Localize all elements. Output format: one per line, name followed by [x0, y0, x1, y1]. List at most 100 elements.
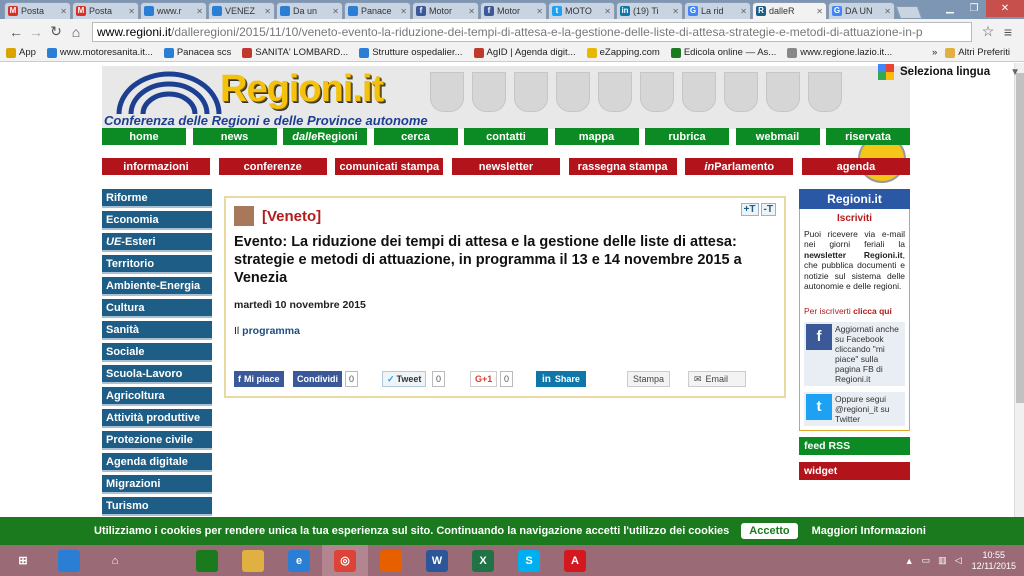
gplus-button[interactable]: G+1: [470, 371, 498, 387]
bookmark-item[interactable]: Strutture ospedalier...: [359, 47, 463, 58]
bookmark-item[interactable]: Edicola online — As...: [670, 47, 776, 58]
sidebar-item-protezione-civile[interactable]: Protezione civile: [102, 431, 212, 450]
menu-item-mappa[interactable]: mappa: [554, 128, 639, 145]
browser-tab[interactable]: M Posta ✕: [4, 2, 71, 19]
facebook-like-button[interactable]: f Mi piace: [234, 371, 284, 387]
close-tab-icon[interactable]: ✕: [672, 7, 679, 16]
tweet-button[interactable]: ✓ Tweet: [382, 371, 427, 387]
excel-app[interactable]: X: [460, 545, 506, 576]
menu-item-webmail[interactable]: webmail: [735, 128, 820, 145]
close-tab-icon[interactable]: ✕: [60, 7, 67, 16]
menu-item-home[interactable]: home: [102, 128, 186, 145]
browser-tab[interactable]: t MOTO ✕: [548, 2, 615, 19]
back-icon[interactable]: ←: [6, 22, 26, 42]
word-app[interactable]: W: [414, 545, 460, 576]
forward-icon[interactable]: →: [26, 22, 46, 42]
sidebar-item-sociale[interactable]: Sociale: [102, 343, 212, 362]
home-icon[interactable]: ⌂: [66, 22, 86, 42]
home-app[interactable]: ⌂: [92, 545, 138, 576]
region-label[interactable]: [Veneto]: [262, 208, 321, 225]
sidebar-item-agenda-digitale[interactable]: Agenda digitale: [102, 453, 212, 472]
menu-item-agenda[interactable]: agenda: [801, 158, 910, 175]
file-explorer-app[interactable]: [230, 545, 276, 576]
restore-icon[interactable]: ❐: [962, 0, 986, 17]
linkedin-share-button[interactable]: in Share: [536, 371, 586, 387]
bookmark-item[interactable]: AgID | Agenda digit...: [473, 47, 576, 58]
site-logo[interactable]: Regioni.it: [220, 68, 384, 111]
menu-item-conferenze[interactable]: conferenze: [218, 158, 327, 175]
close-tab-icon[interactable]: ✕: [816, 7, 823, 16]
menu-item-regioni[interactable]: dalle Regioni: [283, 128, 367, 145]
firefox-app[interactable]: [368, 545, 414, 576]
bookmark-item[interactable]: SANITA' LOMBARD...: [242, 47, 348, 58]
skype-app[interactable]: S: [506, 545, 552, 576]
scrollbar-thumb[interactable]: [1016, 73, 1024, 403]
menu-icon[interactable]: ≡: [998, 22, 1018, 42]
menu-item-rubrica[interactable]: rubrica: [645, 128, 729, 145]
menu-item-comunicati-stampa[interactable]: comunicati stampa: [335, 158, 444, 175]
acrobat-app[interactable]: A: [552, 545, 598, 576]
close-tab-icon[interactable]: ✕: [128, 7, 135, 16]
close-tab-icon[interactable]: ✕: [884, 7, 891, 16]
language-selector[interactable]: Seleziona lingua ▼: [878, 63, 1020, 81]
sidebar-item-turismo[interactable]: Turismo: [102, 497, 212, 516]
cookie-accept-button[interactable]: Accetto: [741, 523, 798, 539]
sidebar-item-migrazioni[interactable]: Migrazioni: [102, 475, 212, 494]
regioni-mini-logo[interactable]: Regioni.it: [799, 189, 910, 209]
address-bar[interactable]: www.regioni.it/dalleregioni/2015/11/10/v…: [92, 21, 972, 42]
facebook-box[interactable]: f Aggiornati anche su Facebook cliccando…: [804, 322, 905, 386]
browser-tab[interactable]: VENEZ ✕: [208, 2, 275, 19]
browser-tab[interactable]: G DA UN ✕: [828, 2, 895, 19]
sidebar-item-attivit-produttive[interactable]: Attività produttive: [102, 409, 212, 428]
menu-item-news[interactable]: news: [192, 128, 277, 145]
decrease-text-button[interactable]: -T: [760, 203, 776, 216]
browser-tab[interactable]: f Motor ✕: [412, 2, 479, 19]
browser-tab[interactable]: in (19) Ti ✕: [616, 2, 683, 19]
bookmark-star-icon[interactable]: ☆: [978, 22, 998, 42]
other-bookmarks[interactable]: Altri Preferiti: [945, 47, 1010, 58]
browser-tab[interactable]: G La rid ✕: [684, 2, 751, 19]
bookmark-item[interactable]: www.regione.lazio.it...: [787, 47, 892, 58]
chrome-app[interactable]: ◎: [322, 545, 368, 576]
minimize-icon[interactable]: ▁: [938, 0, 962, 17]
close-tab-icon[interactable]: ✕: [332, 7, 339, 16]
facebook-share-button[interactable]: Condividi: [293, 371, 342, 387]
browser-tab[interactable]: M Posta ✕: [72, 2, 139, 19]
sidebar-item-territorio[interactable]: Territorio: [102, 255, 212, 274]
browser-tab[interactable]: Da un ✕: [276, 2, 343, 19]
sidebar-item-cultura[interactable]: Cultura: [102, 299, 212, 318]
browser-tab[interactable]: RdalleR ✕: [752, 2, 827, 19]
menu-item-contatti[interactable]: contatti: [464, 128, 548, 145]
sidebar-item-agricoltura[interactable]: Agricoltura: [102, 387, 212, 406]
network-icon[interactable]: ▥: [938, 555, 947, 566]
bookmark-item[interactable]: eZapping.com: [586, 47, 660, 58]
menu-item-informazioni[interactable]: informazioni: [102, 158, 210, 175]
print-button[interactable]: Stampa: [627, 371, 671, 387]
store-app[interactable]: [184, 545, 230, 576]
email-button[interactable]: ✉ Email: [688, 371, 746, 387]
close-tab-icon[interactable]: ✕: [536, 7, 543, 16]
sidebar-item-economia[interactable]: Economia: [102, 211, 212, 230]
close-tab-icon[interactable]: ✕: [264, 7, 271, 16]
bookmarks-more[interactable]: »: [932, 47, 937, 58]
menu-item-rassegna-stampa[interactable]: rassegna stampa: [568, 158, 677, 175]
sidebar-item--esteri[interactable]: UE -Esteri: [102, 233, 212, 252]
sidebar-item-ambiente-energia[interactable]: Ambiente-Energia: [102, 277, 212, 296]
feed-rss-link[interactable]: feed RSS: [799, 437, 910, 455]
internet-explorer-app[interactable]: e: [276, 545, 322, 576]
volume-icon[interactable]: ◁: [955, 555, 962, 566]
bookmark-item[interactable]: App: [6, 47, 36, 58]
browser-tab[interactable]: www.r ✕: [140, 2, 207, 19]
programma-link[interactable]: programma: [242, 325, 300, 337]
close-tab-icon[interactable]: ✕: [740, 7, 747, 16]
new-tab-button[interactable]: [895, 6, 923, 19]
menu-item-cerca[interactable]: cerca: [373, 128, 458, 145]
reload-icon[interactable]: ↻: [46, 22, 66, 42]
widget-link[interactable]: widget: [799, 462, 910, 480]
increase-text-button[interactable]: +T: [740, 203, 759, 216]
twitter-box[interactable]: t Oppure segui @regioni_it su Twitter: [804, 392, 905, 426]
close-tab-icon[interactable]: ✕: [468, 7, 475, 16]
browser-tab[interactable]: f Motor ✕: [480, 2, 547, 19]
browser-tab[interactable]: Panace ✕: [344, 2, 411, 19]
sidebar-item-scuola-lavoro[interactable]: Scuola-Lavoro: [102, 365, 212, 384]
